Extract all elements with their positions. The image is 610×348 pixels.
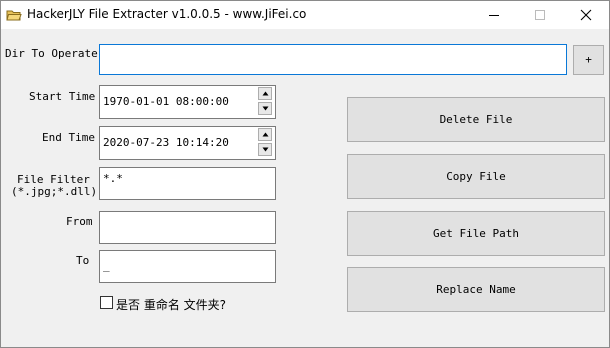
start-time-picker[interactable]: 1970-01-01 08:00:00 [99,85,276,119]
add-dir-button[interactable]: + [573,45,604,75]
close-button[interactable] [563,1,609,29]
delete-file-button[interactable]: Delete File [347,97,605,142]
end-time-spinner [258,128,273,159]
get-file-path-button[interactable]: Get File Path [347,211,605,256]
arrow-down-icon [262,147,269,152]
file-filter-hint: (*.jpg;*.dll) [11,185,98,198]
arrow-up-icon [262,91,269,96]
from-input[interactable] [99,211,276,244]
arrow-down-icon [262,106,269,111]
maximize-button[interactable] [517,1,563,29]
to-label: To [76,254,90,267]
start-time-spinner [258,87,273,118]
maximize-icon [535,10,545,20]
end-time-picker[interactable]: 2020-07-23 10:14:20 [99,126,276,160]
dir-label: Dir To Operate [5,47,98,60]
end-time-label: End Time [42,131,95,144]
close-icon [580,9,592,21]
start-time-down-button[interactable] [258,102,272,115]
to-input[interactable]: _ [99,250,276,283]
file-filter-input[interactable]: *.* [99,167,276,200]
copy-file-button[interactable]: Copy File [347,154,605,199]
folder-app-icon [6,7,22,23]
app-window: HackerJLY File Extracter v1.0.0.5 - www.… [0,0,610,348]
window-title: HackerJLY File Extracter v1.0.0.5 - www.… [27,7,307,21]
from-label: From [66,215,93,228]
minimize-icon [489,15,499,16]
rename-folder-checkbox[interactable] [100,296,113,309]
dir-input[interactable] [99,44,567,75]
start-time-up-button[interactable] [258,87,272,100]
minimize-button[interactable] [471,1,517,29]
end-time-down-button[interactable] [258,143,272,156]
end-time-up-button[interactable] [258,128,272,141]
rename-folder-label: 是否 重命名 文件夹? [116,298,226,312]
arrow-up-icon [262,132,269,137]
title-bar: HackerJLY File Extracter v1.0.0.5 - www.… [1,1,609,29]
start-time-label: Start Time [29,90,96,103]
replace-name-button[interactable]: Replace Name [347,267,605,312]
